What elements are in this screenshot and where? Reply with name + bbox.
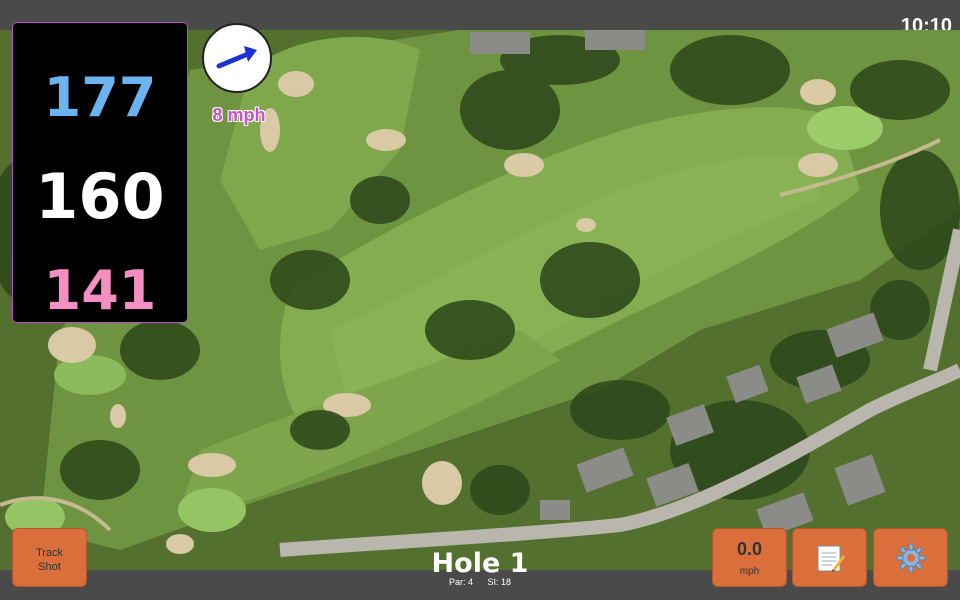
hole-par: Par: 4	[448, 577, 473, 587]
distance-panel: 177 160 141	[12, 22, 188, 323]
wind-speed: 8 mph	[212, 105, 266, 125]
wind-arrow-icon	[216, 46, 257, 69]
wind-direction-dial	[202, 23, 272, 93]
speed-value: 0.0	[736, 539, 763, 559]
speed-button[interactable]: 0.0 mph	[712, 528, 787, 587]
back-distance: 177	[43, 66, 157, 129]
notes-button[interactable]	[792, 528, 867, 587]
track-shot-button[interactable]: Track Shot	[12, 528, 87, 587]
speed-unit: mph	[739, 566, 760, 577]
track-shot-label-line1: Track	[35, 547, 64, 559]
center-distance: 160	[35, 160, 165, 233]
settings-button[interactable]	[873, 528, 948, 587]
notepad-icon	[817, 545, 845, 572]
gear-icon	[896, 543, 926, 573]
hole-stroke-index: SI: 18	[487, 577, 512, 587]
hole-title: Hole 1	[431, 548, 529, 579]
hole-info: Par: 4 SI: 18	[380, 577, 580, 587]
track-shot-label-line2: Shot	[38, 561, 61, 573]
front-distance: 141	[43, 259, 157, 322]
